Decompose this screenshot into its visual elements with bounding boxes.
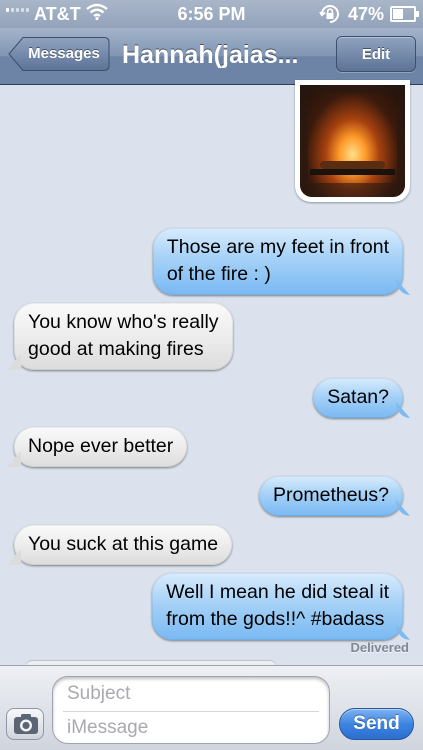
field-divider bbox=[63, 711, 319, 712]
photo-message[interactable] bbox=[295, 80, 410, 202]
message-bubble-incoming[interactable]: You know who's really good at making fir… bbox=[14, 303, 233, 370]
message-line: You suck at this game bbox=[28, 533, 219, 555]
message-line: Prometheus? bbox=[273, 484, 389, 506]
back-to-messages-button[interactable]: Messages bbox=[8, 36, 110, 72]
message-bubble-outgoing[interactable]: Satan? bbox=[313, 378, 403, 418]
compose-field bbox=[52, 676, 330, 744]
back-button-label: Messages bbox=[28, 45, 100, 62]
subject-input[interactable] bbox=[67, 681, 319, 707]
message-bubble-outgoing[interactable]: Prometheus? bbox=[259, 476, 403, 516]
battery-level-fill bbox=[393, 9, 404, 19]
message-line: good at making fires bbox=[28, 338, 204, 360]
status-bar: AT&T 6:56 PM 47% bbox=[0, 0, 423, 28]
message-bubble-incoming[interactable]: Nope ever better bbox=[14, 427, 188, 467]
conversation-title: Hannah(jaias... bbox=[122, 41, 299, 69]
message-line: Well I mean he did steal it bbox=[166, 581, 389, 603]
navigation-bar: Messages Hannah(jaias... Edit bbox=[0, 28, 423, 85]
edit-button[interactable]: Edit bbox=[336, 36, 416, 72]
battery-icon bbox=[390, 6, 419, 22]
delivered-status: Delivered bbox=[350, 640, 409, 655]
message-bubble-incoming[interactable]: You suck at this game bbox=[14, 525, 233, 565]
message-line: from the gods!!^ #badass bbox=[166, 608, 385, 630]
message-bubble-outgoing[interactable]: Those are my feet in front of the fire :… bbox=[152, 228, 403, 295]
message-line: You know who's really bbox=[28, 311, 219, 333]
messages-screen: AT&T 6:56 PM 47% Messages Hannah(jaias..… bbox=[0, 0, 423, 750]
message-line: Nope ever better bbox=[28, 435, 174, 457]
message-bubble-outgoing[interactable]: Well I mean he did steal it from the god… bbox=[152, 573, 403, 640]
message-line: Those are my feet in front bbox=[166, 236, 389, 258]
message-line: of the fire : ) bbox=[166, 263, 271, 285]
battery-percent: 47% bbox=[348, 4, 385, 24]
fireplace-photo bbox=[300, 85, 405, 197]
message-line: Satan? bbox=[327, 386, 389, 408]
camera-button[interactable] bbox=[6, 708, 44, 740]
compose-bar: Send bbox=[0, 665, 423, 750]
imessage-input[interactable] bbox=[67, 715, 319, 741]
send-button[interactable]: Send bbox=[339, 708, 414, 740]
rotation-lock-icon bbox=[319, 4, 341, 29]
